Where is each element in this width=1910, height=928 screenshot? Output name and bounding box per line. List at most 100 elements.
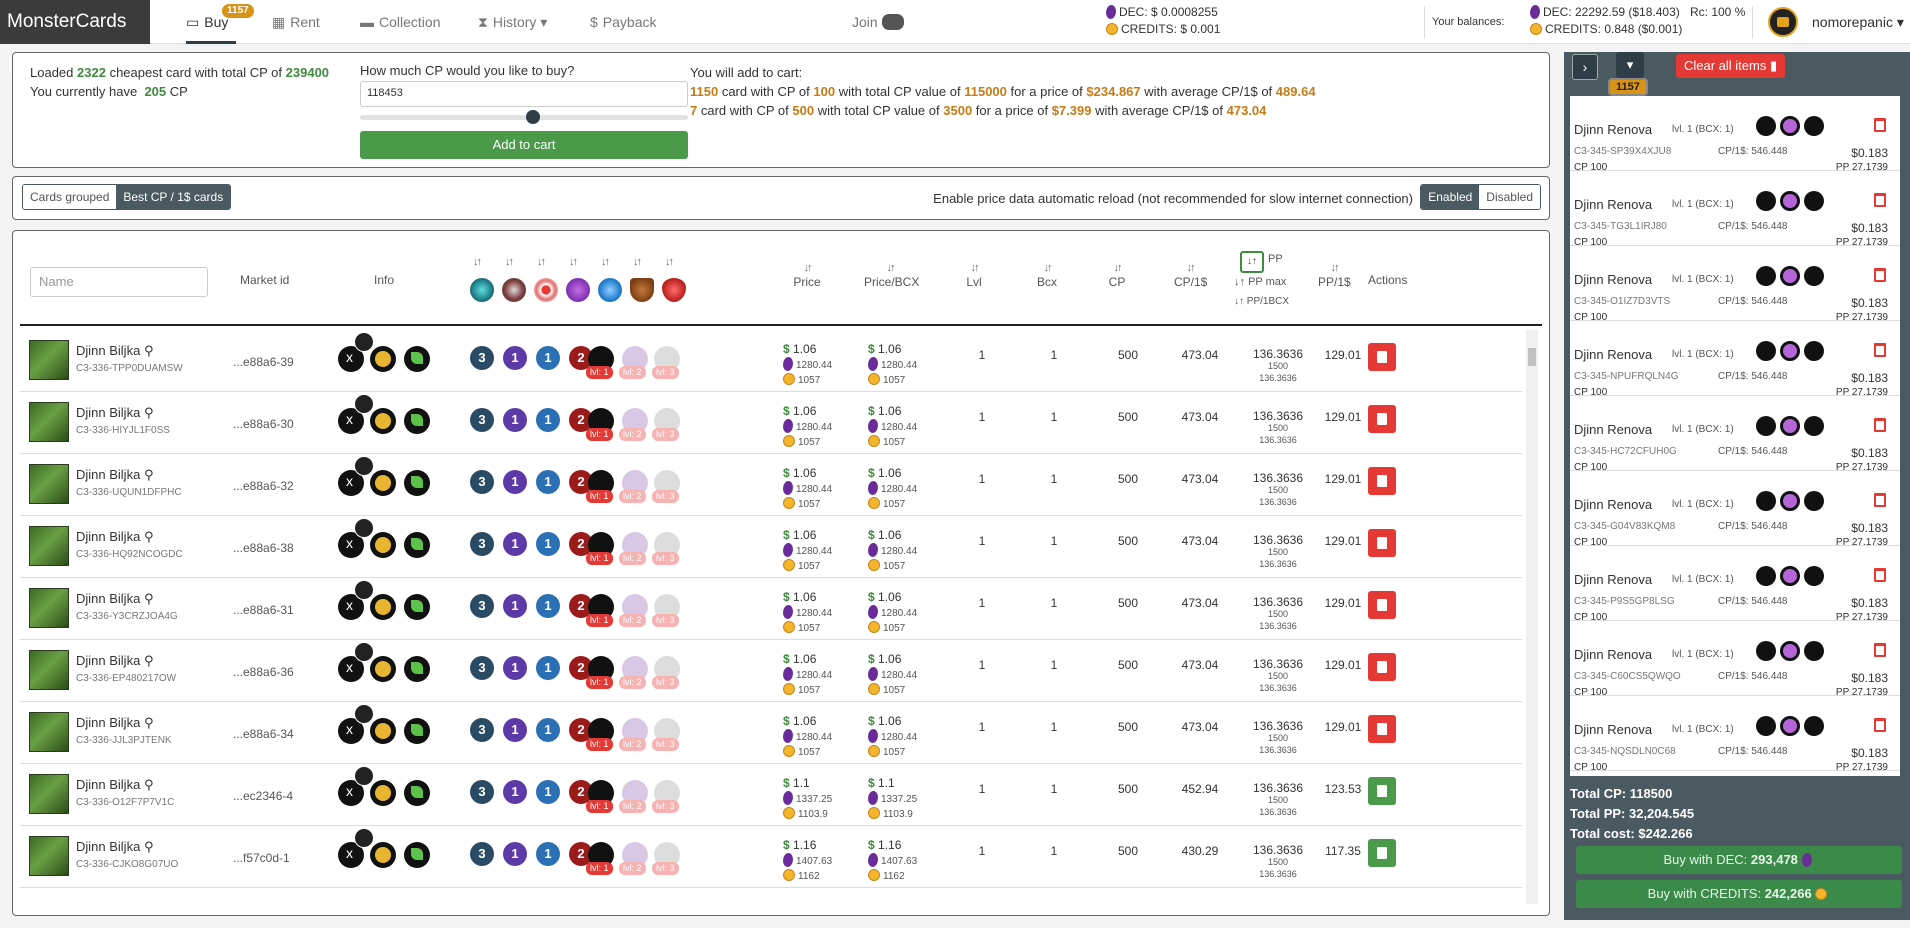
sort-element-dragon[interactable]: ↓↑ xyxy=(569,256,578,269)
trash-icon[interactable] xyxy=(1874,418,1886,432)
search-icon[interactable]: ⚲ xyxy=(144,467,154,482)
header-price-bcx[interactable]: ↓↑ Price/BCX xyxy=(864,262,919,289)
card-image[interactable] xyxy=(29,650,69,690)
trash-icon[interactable] xyxy=(1874,718,1886,732)
card-image[interactable] xyxy=(29,340,69,380)
remove-from-cart-button[interactable] xyxy=(1368,529,1396,557)
death-element-icon[interactable] xyxy=(502,278,526,302)
card-image[interactable] xyxy=(29,402,69,442)
cp-slider[interactable] xyxy=(360,115,688,120)
target-element-icon[interactable] xyxy=(534,278,558,302)
table-scrollbar[interactable] xyxy=(1526,330,1538,904)
trash-icon[interactable] xyxy=(1874,343,1886,357)
nav-join-discord[interactable]: Join xyxy=(852,0,904,44)
avatar[interactable] xyxy=(1768,7,1798,37)
search-icon[interactable]: ⚲ xyxy=(144,529,154,544)
enabled-button[interactable]: Enabled xyxy=(1421,185,1480,209)
collapse-cart-button[interactable]: › xyxy=(1572,54,1598,80)
remove-from-cart-button[interactable] xyxy=(1368,591,1396,619)
card-image[interactable] xyxy=(29,464,69,504)
header-pp[interactable]: PP xyxy=(1268,253,1283,265)
cart-button[interactable]: ▾ xyxy=(1616,52,1644,78)
clear-all-items-button[interactable]: Clear all items ▮ xyxy=(1676,54,1786,78)
search-icon[interactable]: ⚲ xyxy=(144,653,154,668)
header-cp-per-dollar[interactable]: ↓↑ CP/1$ xyxy=(1174,262,1207,289)
header-pp-1bcx[interactable]: ↓↑ PP/1BCX xyxy=(1234,296,1289,307)
nav-history[interactable]: ⧗ History ▾ xyxy=(478,0,547,44)
best-cp-button[interactable]: Best CP / 1$ cards xyxy=(116,185,231,209)
level-tag: lvl: 2 xyxy=(619,366,646,379)
trash-icon[interactable] xyxy=(1874,493,1886,507)
add-to-cart-row-button[interactable] xyxy=(1368,839,1396,867)
mana-icon: 3 xyxy=(470,656,494,680)
search-icon[interactable]: ⚲ xyxy=(144,715,154,730)
ability-icon xyxy=(1780,266,1800,286)
search-icon[interactable]: ⚲ xyxy=(144,343,154,358)
sort-element-water[interactable]: ↓↑ xyxy=(473,256,482,269)
user-menu[interactable]: nomorepanic ▾ xyxy=(1812,0,1904,44)
cart-icon: ▾ xyxy=(1626,57,1634,72)
add-to-cart-row-button[interactable] xyxy=(1368,777,1396,805)
dec-icon xyxy=(1800,853,1813,867)
name-filter-input[interactable]: Name xyxy=(30,267,208,297)
add-to-cart-button[interactable]: Add to cart xyxy=(360,131,688,159)
card-image[interactable] xyxy=(29,712,69,752)
nav-collection[interactable]: ▬ Collection xyxy=(360,0,440,44)
cp-amount-input[interactable]: 118453 xyxy=(360,81,688,107)
remove-from-cart-button[interactable] xyxy=(1368,405,1396,433)
trash-icon[interactable] xyxy=(1874,118,1886,132)
cart-item: Djinn Renova lvl. 1 (BCX: 1) C3-345-O1IZ7D… xyxy=(1570,246,1900,323)
water-element-icon[interactable] xyxy=(470,278,494,302)
nav-payback[interactable]: $ Payback xyxy=(590,0,657,44)
remove-from-cart-button[interactable] xyxy=(1368,653,1396,681)
header-lvl[interactable]: ↓↑ Lvl xyxy=(964,262,984,289)
header-pp-max[interactable]: ↓↑ PP max xyxy=(1234,276,1286,288)
buy-with-credits-button[interactable]: Buy with CREDITS: 242,266 xyxy=(1576,880,1902,908)
edition-icon xyxy=(1756,641,1776,661)
cp-slider-thumb[interactable] xyxy=(525,110,540,124)
header-cp[interactable]: ↓↑ CP xyxy=(1107,262,1127,289)
element-icon xyxy=(1804,641,1824,661)
view-mode-toggle: Cards grouped Best CP / 1$ cards xyxy=(22,184,232,210)
trash-icon[interactable] xyxy=(1874,268,1886,282)
cp-value: 500 xyxy=(1117,596,1139,610)
sort-element-fire[interactable]: ↓↑ xyxy=(537,256,546,269)
search-icon[interactable]: ⚲ xyxy=(144,777,154,792)
nav-rent[interactable]: ▦ Rent xyxy=(272,0,320,44)
header-price[interactable]: ↓↑ Price xyxy=(792,262,822,289)
buy-with-dec-button[interactable]: Buy with DEC: 293,478 xyxy=(1576,846,1902,874)
level-value: 1 xyxy=(978,844,986,858)
trash-icon[interactable] xyxy=(1874,643,1886,657)
sort-element-earth[interactable]: ↓↑ xyxy=(601,256,610,269)
sort-element-shield[interactable]: ↓↑ xyxy=(633,256,642,269)
remove-from-cart-button[interactable] xyxy=(1368,343,1396,371)
table-scrollbar-thumb[interactable] xyxy=(1528,348,1536,366)
card-name: Djinn Biljka ⚲ xyxy=(76,715,154,730)
nav-buy[interactable]: ▭ Buy 1157 xyxy=(186,0,254,44)
level-value: 1 xyxy=(978,534,986,548)
cp-per-dollar-value: 452.94 xyxy=(1181,782,1219,796)
sort-element-death[interactable]: ↓↑ xyxy=(505,256,514,269)
trash-icon[interactable] xyxy=(1874,568,1886,582)
disabled-button[interactable]: Disabled xyxy=(1479,185,1540,209)
cart-item-code: C3-345-O1IZ7D3VTS xyxy=(1574,296,1671,307)
sort-pp-active[interactable]: ↓↑ xyxy=(1240,251,1264,273)
shield-element-icon[interactable] xyxy=(630,278,654,302)
search-icon[interactable]: ⚲ xyxy=(144,591,154,606)
globe-element-icon[interactable] xyxy=(598,278,622,302)
remove-from-cart-button[interactable] xyxy=(1368,715,1396,743)
dragon-element-icon[interactable] xyxy=(566,278,590,302)
remove-from-cart-button[interactable] xyxy=(1368,467,1396,495)
header-pp-per-dollar[interactable]: ↓↑ PP/1$ xyxy=(1318,262,1351,289)
card-image[interactable] xyxy=(29,836,69,876)
card-image[interactable] xyxy=(29,588,69,628)
brand-logo[interactable]: MonsterCards xyxy=(0,0,150,72)
sort-element-life[interactable]: ↓↑ xyxy=(665,256,674,269)
search-icon[interactable]: ⚲ xyxy=(144,839,154,854)
card-image[interactable] xyxy=(29,526,69,566)
card-image[interactable] xyxy=(29,774,69,814)
trash-icon[interactable] xyxy=(1874,193,1886,207)
search-icon[interactable]: ⚲ xyxy=(144,405,154,420)
cards-grouped-button[interactable]: Cards grouped xyxy=(23,185,117,209)
header-bcx[interactable]: ↓↑ Bcx xyxy=(1036,262,1058,289)
